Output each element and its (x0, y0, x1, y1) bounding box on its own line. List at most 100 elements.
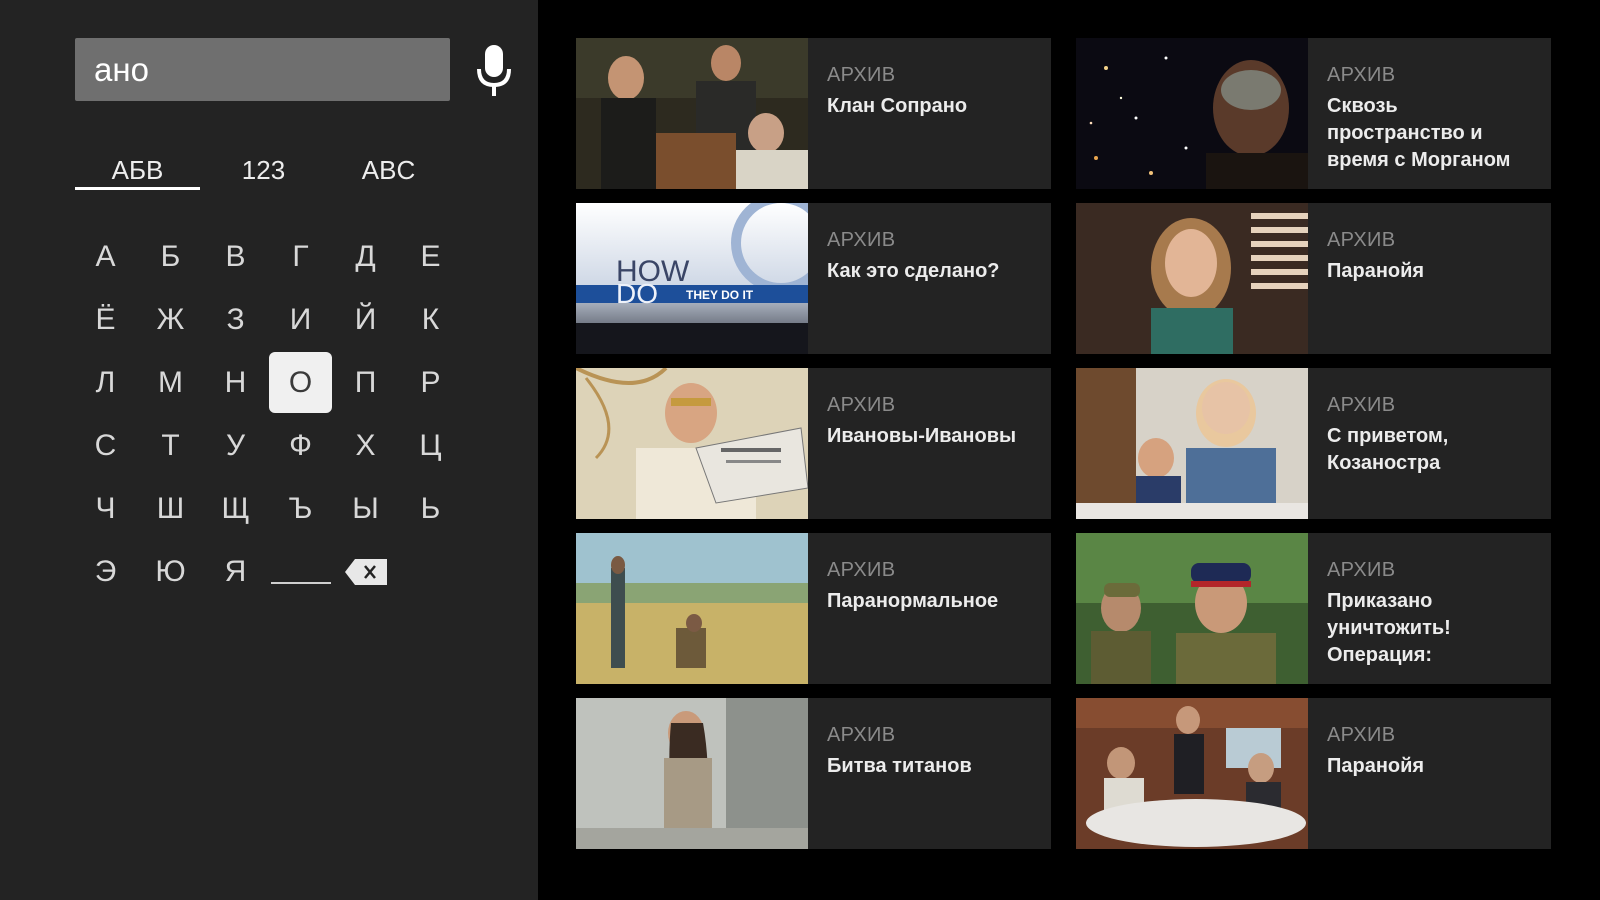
result-label: АРХИВ (1327, 394, 1396, 416)
space-bar-icon (270, 581, 331, 584)
result-thumbnail (576, 38, 808, 189)
result-card[interactable]: АРХИВ Паранормальное (576, 533, 1051, 684)
result-thumbnail (1076, 698, 1308, 849)
result-thumbnail (1076, 38, 1308, 189)
result-meta: АРХИВ С приветом, Козаностра (1327, 394, 1537, 477)
keyboard-key[interactable]: Ч (74, 478, 137, 539)
result-card[interactable]: АРХИВ Паранойя (1076, 698, 1551, 849)
keyboard-key[interactable]: А (74, 226, 137, 287)
voice-search-button[interactable] (468, 40, 520, 102)
result-meta: АРХИВ Ивановы-Ивановы (827, 394, 1037, 450)
result-meta: АРХИВ Клан Сопрано (827, 64, 1037, 120)
result-card[interactable]: АРХИВ Приказано уничтожить! Операция: (1076, 533, 1551, 684)
result-thumbnail (1076, 203, 1308, 354)
result-title: Паранойя (1327, 260, 1425, 282)
keyboard-key[interactable]: Э (74, 541, 137, 602)
keyboard-key[interactable]: Р (399, 352, 462, 413)
result-thumbnail (576, 698, 808, 849)
thumbnail-text: THEY DO IT (686, 288, 754, 302)
result-thumbnail (576, 368, 808, 519)
keyboard-key[interactable]: Г (269, 226, 332, 287)
keyboard-key[interactable]: Ф (269, 415, 332, 476)
thumbnail-text: DO (616, 278, 658, 309)
result-card[interactable]: АРХИВ Ивановы-Ивановы (576, 368, 1051, 519)
result-card[interactable]: АРХИВ Битва титанов (576, 698, 1051, 849)
keyboard-key[interactable]: П (334, 352, 397, 413)
result-title: Ивановы-Ивановы (827, 425, 1017, 447)
keyboard-key[interactable]: Х (334, 415, 397, 476)
keyboard-key[interactable]: С (74, 415, 137, 476)
result-label: АРХИВ (827, 559, 896, 581)
keyboard-key[interactable]: Ц (399, 415, 462, 476)
backspace-icon (344, 558, 387, 585)
result-card[interactable]: АРХИВ Клан Сопрано (576, 38, 1051, 189)
keyboard-key[interactable]: Ю (139, 541, 202, 602)
keyboard-key[interactable]: Щ (204, 478, 267, 539)
result-label: АРХИВ (827, 64, 896, 86)
result-thumbnail (1076, 533, 1308, 684)
result-thumbnail (1076, 368, 1308, 519)
result-card[interactable]: АРХИВ Сквозь пространство и время с Морг… (1076, 38, 1551, 189)
keyboard-key[interactable]: Й (334, 289, 397, 350)
microphone-icon (477, 45, 511, 96)
result-meta: АРХИВ Паранойя (1327, 724, 1537, 780)
result-title: Приказано уничтожить! Операция: (1327, 590, 1451, 666)
keyboard-mode-tab[interactable]: ABC (326, 150, 451, 190)
search-results: АРХИВ Клан Сопрано АРХИВ Сквозь простран… (576, 38, 1551, 853)
result-thumbnail (576, 533, 808, 684)
keyboard-key[interactable]: О (269, 352, 332, 413)
result-label: АРХИВ (827, 724, 896, 746)
result-title: Паранормальное (827, 590, 999, 612)
keyboard-key[interactable]: У (204, 415, 267, 476)
result-label: АРХИВ (1327, 229, 1396, 251)
keyboard-key[interactable]: З (204, 289, 267, 350)
result-meta: АРХИВ Паранормальное (827, 559, 1037, 615)
result-meta: АРХИВ Приказано уничтожить! Операция: (1327, 559, 1537, 669)
result-card[interactable]: АРХИВ С приветом, Козаностра (1076, 368, 1551, 519)
result-title: Паранойя (1327, 755, 1425, 777)
keyboard-key[interactable]: Д (334, 226, 397, 287)
keyboard-key[interactable]: Ь (399, 478, 462, 539)
result-card[interactable]: HOW DO THEY DO IT АРХИВ Как это сделано? (576, 203, 1051, 354)
result-meta: АРХИВ Битва титанов (827, 724, 1037, 780)
keyboard-key[interactable]: Ё (74, 289, 137, 350)
keyboard-mode-tab[interactable]: АБВ (75, 150, 200, 190)
keyboard-key[interactable]: И (269, 289, 332, 350)
keyboard-key[interactable]: Ъ (269, 478, 332, 539)
result-title: С приветом, Козаностра (1327, 425, 1449, 474)
result-title: Сквозь пространство и время с Морганом (1327, 95, 1511, 171)
keyboard-key[interactable]: Т (139, 415, 202, 476)
keyboard-key[interactable]: Я (204, 541, 267, 602)
keyboard-key[interactable]: Н (204, 352, 267, 413)
space-key[interactable] (269, 541, 332, 602)
keyboard-key[interactable]: К (399, 289, 462, 350)
backspace-key[interactable] (334, 541, 397, 602)
keyboard-mode-tab[interactable]: 123 (201, 150, 326, 190)
keyboard-key[interactable]: Е (399, 226, 462, 287)
result-meta: АРХИВ Сквозь пространство и время с Морг… (1327, 64, 1537, 174)
result-meta: АРХИВ Паранойя (1327, 229, 1537, 285)
keyboard-mode-tabs: АБВ 123 ABC (75, 150, 450, 192)
result-thumbnail: HOW DO THEY DO IT (576, 203, 808, 354)
keyboard-key[interactable]: Ы (334, 478, 397, 539)
search-screen: ано АБВ 123 ABC АБВГДЕЁЖЗИЙКЛМНОПРСТУФХЦЧШ… (0, 0, 1600, 900)
result-card[interactable]: АРХИВ Паранойя (1076, 203, 1551, 354)
keyboard-key[interactable]: М (139, 352, 202, 413)
result-title: Битва титанов (827, 755, 972, 777)
keyboard-panel: ано АБВ 123 ABC АБВГДЕЁЖЗИЙКЛМНОПРСТУФХЦЧШ… (0, 0, 538, 900)
keyboard-key[interactable]: Ж (139, 289, 202, 350)
result-label: АРХИВ (827, 394, 896, 416)
result-label: АРХИВ (1327, 64, 1396, 86)
result-title: Как это сделано? (827, 260, 1000, 282)
keyboard-key[interactable]: В (204, 226, 267, 287)
result-label: АРХИВ (1327, 559, 1396, 581)
keyboard-key[interactable]: Л (74, 352, 137, 413)
keyboard-keys: АБВГДЕ ЁЖЗИЙК ЛМНОПР СТУФХЦ ЧШЩЪЫЬ ЭЮЯ (74, 226, 470, 604)
result-title: Клан Сопрано (827, 95, 968, 117)
result-label: АРХИВ (1327, 724, 1396, 746)
result-meta: АРХИВ Как это сделано? (827, 229, 1037, 285)
search-input[interactable]: ано (75, 38, 450, 101)
keyboard-key[interactable]: Б (139, 226, 202, 287)
keyboard-key[interactable]: Ш (139, 478, 202, 539)
result-label: АРХИВ (827, 229, 896, 251)
